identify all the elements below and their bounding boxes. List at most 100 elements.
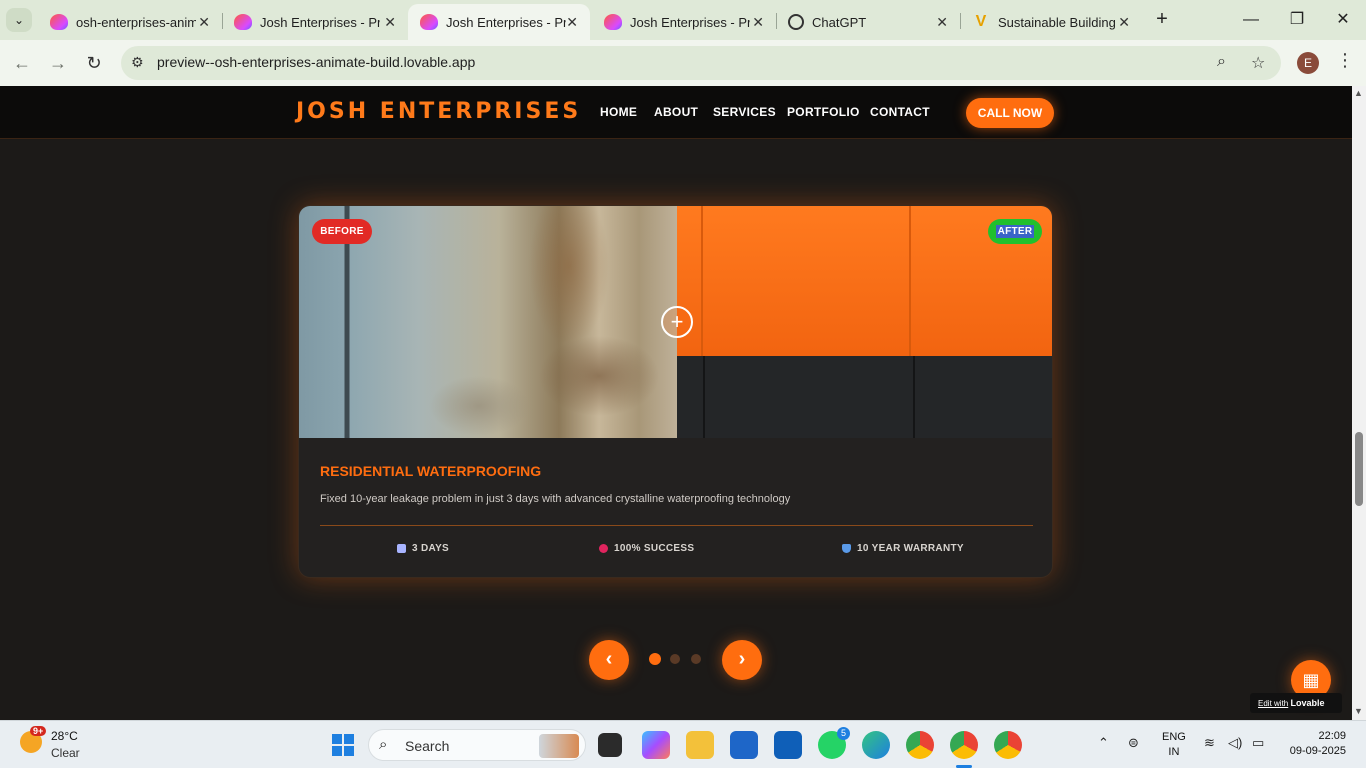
stat-warranty: 10 YEAR WARRANTY bbox=[842, 543, 964, 554]
volume-icon[interactable]: ◁) bbox=[1228, 735, 1242, 751]
profile-avatar[interactable]: E bbox=[1297, 52, 1319, 74]
back-button[interactable]: ← bbox=[10, 51, 34, 75]
file-explorer-icon[interactable] bbox=[686, 731, 714, 759]
task-view-icon[interactable] bbox=[598, 733, 622, 757]
weather-condition: Clear bbox=[51, 746, 80, 760]
lang-top: ENG bbox=[1162, 731, 1186, 743]
browser-tab[interactable]: Josh Enterprises - Pro ✕ bbox=[592, 4, 776, 40]
site-header: JOSH ENTERPRISES HOME ABOUT SERVICES POR… bbox=[0, 86, 1352, 139]
browser-tab[interactable]: ChatGPT ✕ bbox=[776, 4, 960, 40]
lovable-brand: Lovable bbox=[1290, 698, 1325, 708]
tab-title: ChatGPT bbox=[812, 14, 867, 30]
after-badge-label: AFTER bbox=[995, 225, 1035, 238]
site-info-icon[interactable]: ⚙ bbox=[131, 54, 144, 71]
nav-home[interactable]: HOME bbox=[600, 105, 637, 119]
close-icon[interactable]: ✕ bbox=[936, 14, 948, 31]
system-clock[interactable]: 22:09 09-09-2025 bbox=[1282, 729, 1346, 759]
scroll-thumb[interactable] bbox=[1355, 432, 1363, 506]
taskbar-search[interactable]: ⌕ Search bbox=[368, 729, 586, 761]
carousel-next-button[interactable]: › bbox=[722, 640, 762, 680]
carousel-dot-3[interactable] bbox=[691, 654, 701, 664]
zoom-icon[interactable]: ⌕ bbox=[1217, 53, 1226, 71]
browser-menu-icon[interactable]: ⋮ bbox=[1336, 50, 1354, 71]
reload-button[interactable]: ↻ bbox=[82, 51, 106, 75]
scroll-up-icon[interactable]: ▲ bbox=[1354, 88, 1363, 98]
browser-toolbar: ← → ↻ ⚙ preview--osh-enterprises-animate… bbox=[0, 40, 1366, 86]
windows-taskbar: 9+ 28°C Clear ⌕ Search 5 ⌃ ⊜ ENG IN ≋ ◁)… bbox=[0, 720, 1366, 768]
lovable-icon bbox=[50, 14, 68, 30]
nav-portfolio[interactable]: PORTFOLIO bbox=[787, 105, 860, 119]
maximize-button[interactable]: ❐ bbox=[1274, 6, 1320, 34]
shield-icon bbox=[842, 544, 851, 553]
stat-success: 100% SUCCESS bbox=[599, 543, 694, 554]
close-icon[interactable]: ✕ bbox=[566, 14, 578, 31]
tab-title: Josh Enterprises - Pro bbox=[260, 14, 380, 30]
stat-duration: 3 DAYS bbox=[397, 543, 449, 554]
carousel-dot-2[interactable] bbox=[670, 654, 680, 664]
stat-label: 10 YEAR WARRANTY bbox=[857, 543, 964, 554]
site-logo[interactable]: JOSH ENTERPRISES bbox=[296, 99, 581, 124]
tab-title: osh-enterprises-anim bbox=[76, 14, 196, 30]
chrome-profile-j-icon[interactable] bbox=[994, 731, 1022, 759]
clock-time: 22:09 bbox=[1318, 730, 1346, 742]
address-bar[interactable]: ⚙ preview--osh-enterprises-animate-build… bbox=[121, 46, 1281, 80]
new-tab-button[interactable]: + bbox=[1150, 8, 1174, 32]
nav-contact[interactable]: CONTACT bbox=[870, 105, 930, 119]
close-icon[interactable]: ✕ bbox=[1118, 14, 1130, 31]
edit-with-lovable-badge[interactable]: Edit with Lovable bbox=[1250, 693, 1342, 713]
start-button[interactable] bbox=[332, 734, 354, 756]
minimize-button[interactable]: — bbox=[1228, 6, 1274, 34]
store-icon[interactable] bbox=[730, 731, 758, 759]
lovable-icon bbox=[234, 14, 252, 30]
after-badge: AFTER bbox=[988, 219, 1042, 244]
chrome-profile-e-icon[interactable] bbox=[950, 731, 978, 759]
card-title: RESIDENTIAL WATERPROOFING bbox=[320, 463, 542, 479]
tab-title: Sustainable Building S bbox=[998, 14, 1118, 30]
battery-icon[interactable]: ▭ bbox=[1252, 735, 1264, 751]
weather-badge: 9+ bbox=[30, 726, 47, 736]
close-icon[interactable]: ✕ bbox=[752, 14, 764, 31]
tab-title: Josh Enterprises - Pro bbox=[446, 14, 566, 30]
browser-tab[interactable]: osh-enterprises-anim ✕ bbox=[38, 4, 222, 40]
chrome-icon[interactable] bbox=[906, 731, 934, 759]
close-icon[interactable]: ✕ bbox=[384, 14, 396, 31]
nav-services[interactable]: SERVICES bbox=[713, 105, 776, 119]
clock-date: 09-09-2025 bbox=[1289, 745, 1346, 757]
search-icon: ⌕ bbox=[379, 736, 388, 753]
tab-search-button[interactable]: ⌄ bbox=[6, 8, 32, 32]
call-now-button[interactable]: CALL NOW bbox=[966, 98, 1054, 128]
scroll-down-icon[interactable]: ▼ bbox=[1354, 706, 1363, 716]
outlook-icon[interactable] bbox=[774, 731, 802, 759]
copilot-icon[interactable] bbox=[642, 731, 670, 759]
carousel-prev-button[interactable]: ‹ bbox=[589, 640, 629, 680]
panel-seam bbox=[703, 356, 705, 438]
edge-icon[interactable] bbox=[862, 731, 890, 759]
browser-tab-active[interactable]: Josh Enterprises - Pro ✕ bbox=[408, 4, 590, 40]
lovable-prefix: Edit with bbox=[1258, 699, 1289, 708]
tray-overflow-icon[interactable]: ⌃ bbox=[1098, 735, 1109, 751]
network-status-icon[interactable]: ⊜ bbox=[1128, 735, 1139, 751]
card-description: Fixed 10-year leakage problem in just 3 … bbox=[320, 493, 791, 505]
wifi-icon[interactable]: ≋ bbox=[1204, 735, 1215, 751]
forward-button[interactable]: → bbox=[46, 51, 70, 75]
bookmark-star-icon[interactable]: ☆ bbox=[1251, 53, 1265, 73]
chatgpt-icon bbox=[788, 14, 804, 30]
lovable-icon bbox=[604, 14, 622, 30]
close-window-button[interactable]: ✕ bbox=[1320, 6, 1366, 34]
language-indicator[interactable]: ENG IN bbox=[1162, 730, 1186, 760]
weather-temp[interactable]: 28°C bbox=[51, 729, 78, 743]
carousel-dot-1[interactable] bbox=[649, 653, 661, 665]
browser-tab[interactable]: V Sustainable Building S ✕ bbox=[960, 4, 1142, 40]
nav-about[interactable]: ABOUT bbox=[654, 105, 698, 119]
compare-slider-handle[interactable]: + bbox=[661, 306, 693, 338]
panel-seam bbox=[913, 356, 915, 438]
project-card: BEFORE AFTER + RESIDENTIAL WATERPROOFING… bbox=[298, 205, 1053, 578]
close-icon[interactable]: ✕ bbox=[198, 14, 210, 31]
lang-bottom: IN bbox=[1168, 746, 1180, 758]
url-text: preview--osh-enterprises-animate-build.l… bbox=[157, 54, 476, 70]
whatsapp-icon[interactable]: 5 bbox=[818, 727, 850, 759]
browser-tab[interactable]: Josh Enterprises - Pro ✕ bbox=[222, 4, 408, 40]
panel-seam bbox=[701, 206, 703, 356]
tab-title: Josh Enterprises - Pro bbox=[630, 14, 750, 30]
page-scrollbar[interactable]: ▲ ▼ bbox=[1352, 86, 1366, 720]
